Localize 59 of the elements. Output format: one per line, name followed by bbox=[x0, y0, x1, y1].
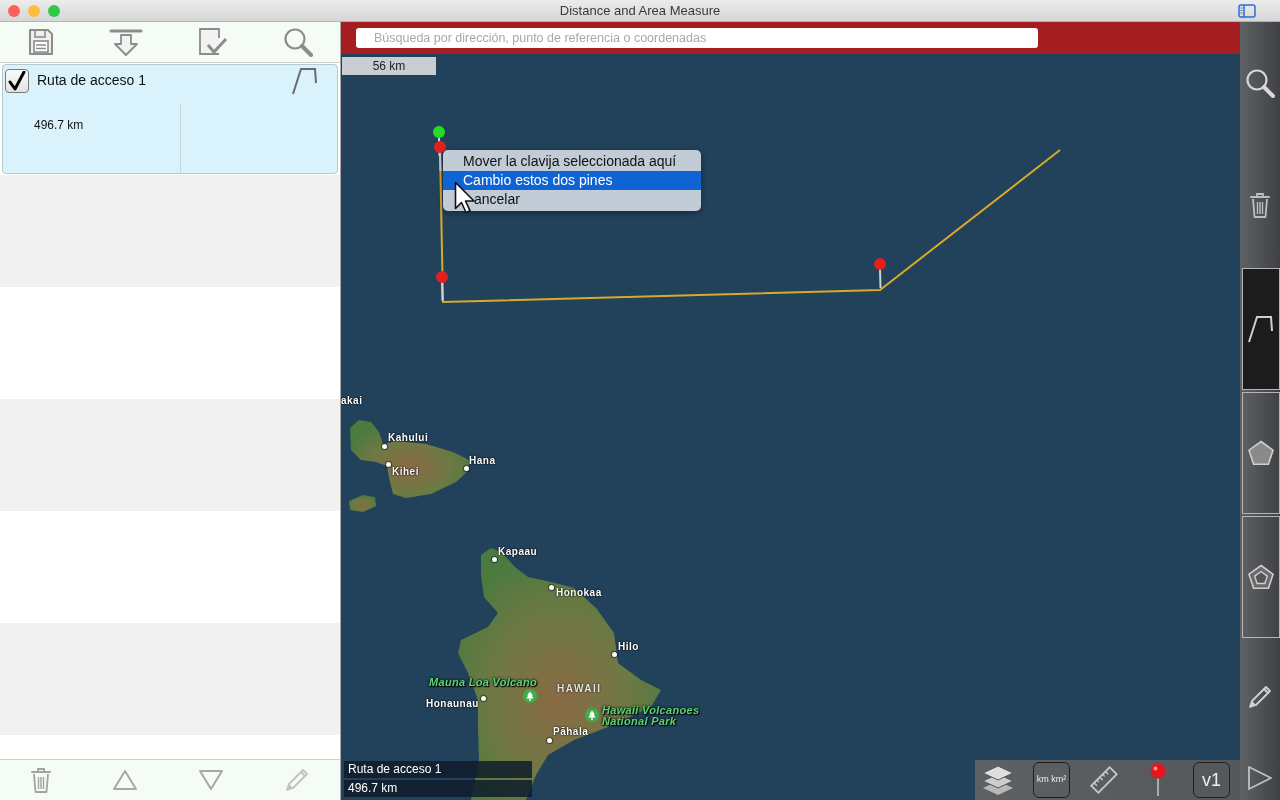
map-pin-icon[interactable] bbox=[1149, 763, 1167, 797]
town-label: Kihei bbox=[392, 466, 419, 478]
town-label: Kapaau bbox=[498, 546, 538, 558]
close-window-icon[interactable] bbox=[8, 4, 20, 17]
town-label: Kahului bbox=[388, 432, 429, 444]
town-label: Honokaa bbox=[556, 587, 602, 599]
menu-item[interactable]: Cambio estos dos pines bbox=[443, 171, 701, 190]
route-shape-icon bbox=[1247, 314, 1275, 344]
tool-button[interactable] bbox=[1242, 516, 1280, 638]
location-dot-icon bbox=[381, 443, 387, 449]
measure-value: 496.7 km bbox=[34, 118, 84, 132]
trash-icon[interactable] bbox=[1249, 191, 1271, 219]
scale-label: 56 km bbox=[342, 57, 436, 75]
location-dot-icon bbox=[611, 651, 617, 657]
nested-pentagon-icon bbox=[1247, 564, 1275, 590]
ruler-icon[interactable] bbox=[1089, 765, 1119, 795]
pin-icon[interactable] bbox=[434, 141, 446, 172]
tree-icon[interactable] bbox=[585, 708, 599, 722]
save-icon[interactable] bbox=[27, 28, 54, 56]
pin-icon[interactable] bbox=[874, 258, 886, 289]
window-title: Distance and Area Measure bbox=[559, 2, 721, 19]
location-dot-icon bbox=[548, 584, 554, 590]
download-arrow-icon[interactable] bbox=[108, 28, 143, 56]
units-button[interactable]: km km² bbox=[1033, 762, 1070, 798]
layers-icon[interactable] bbox=[981, 764, 1015, 796]
version-button[interactable]: v1 bbox=[1193, 762, 1230, 798]
list-row[interactable]: Ruta de acceso 1 496.7 km bbox=[2, 64, 338, 174]
location-dot-icon bbox=[480, 695, 486, 701]
pin-icon[interactable] bbox=[436, 271, 448, 302]
tool-button[interactable] bbox=[1242, 268, 1280, 390]
place-label: akai bbox=[341, 395, 363, 407]
menu-item[interactable]: ancelar bbox=[443, 190, 701, 209]
checkmark-icon bbox=[8, 70, 26, 91]
location-dot-icon bbox=[463, 465, 469, 471]
route-shape-icon bbox=[291, 65, 319, 96]
town-label: Hana bbox=[469, 455, 496, 467]
region-label: HAWAII bbox=[557, 683, 602, 695]
location-dot-icon bbox=[546, 737, 552, 743]
checkbox[interactable] bbox=[5, 68, 29, 93]
town-label: Honaunau bbox=[426, 698, 479, 710]
town-label: Hilo bbox=[618, 641, 639, 653]
pin-icon[interactable] bbox=[433, 126, 445, 157]
search-icon[interactable] bbox=[1245, 68, 1275, 98]
location-dot-icon bbox=[385, 461, 391, 467]
search-icon[interactable] bbox=[282, 27, 313, 57]
row-title: Ruta de acceso 1 bbox=[37, 72, 147, 89]
route-length-label: 496.7 km bbox=[344, 780, 532, 797]
location-dot-icon bbox=[491, 556, 497, 562]
town-label: Pāhala bbox=[553, 726, 589, 738]
route-name-label: Ruta de acceso 1 bbox=[344, 761, 532, 778]
pentagon-icon bbox=[1247, 440, 1275, 466]
play-icon[interactable] bbox=[1247, 765, 1273, 791]
checked-document-icon[interactable] bbox=[197, 28, 228, 56]
tree-icon[interactable] bbox=[523, 689, 537, 703]
tool-button[interactable] bbox=[1242, 392, 1280, 514]
search-field[interactable]: Búsqueda por dirección, punto de referencia o coordenadas bbox=[356, 28, 1038, 48]
pencil-icon[interactable] bbox=[1247, 684, 1273, 710]
sidebar-toggle-icon[interactable] bbox=[1238, 3, 1256, 18]
menu-item[interactable]: Mover la clavija seleccionada aquí bbox=[443, 152, 701, 171]
